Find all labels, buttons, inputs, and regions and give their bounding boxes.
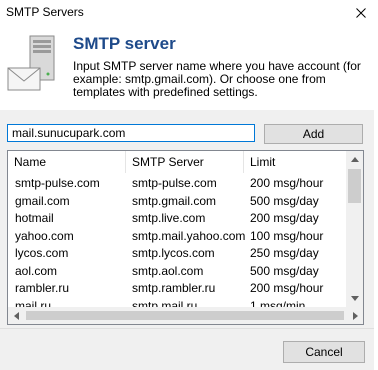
list-row[interactable]: lycos.com smtp.lycos.com 250 msg/day <box>8 245 351 263</box>
row-server: smtp.rambler.ru <box>132 281 216 295</box>
list-row[interactable]: yahoo.com smtp.mail.yahoo.com 100 msg/ho… <box>8 228 351 246</box>
row-name: smtp-pulse.com <box>15 176 100 190</box>
window-edge <box>374 0 378 370</box>
row-limit: 250 msg/day <box>250 246 319 260</box>
header-title: SMTP server <box>73 34 176 53</box>
row-name: yahoo.com <box>15 228 74 243</box>
dialog-header: SMTP server Input SMTP server name where… <box>0 26 378 110</box>
row-limit: 200 msg/day <box>250 211 319 225</box>
list-header: Name SMTP Server Limit <box>8 151 363 173</box>
add-button[interactable]: Add <box>264 124 363 144</box>
column-header-limit[interactable]: Limit <box>244 151 354 173</box>
row-name: hotmail <box>15 211 54 225</box>
row-name: aol.com <box>15 263 58 278</box>
row-limit: 200 msg/hour <box>250 281 324 295</box>
column-header-smtp-server[interactable]: SMTP Server <box>126 151 244 173</box>
list-row[interactable]: rambler.ru smtp.rambler.ru 200 msg/hour <box>8 280 351 298</box>
list-row[interactable]: hotmail smtp.live.com 200 msg/day <box>8 210 351 228</box>
vertical-scrollbar[interactable] <box>346 151 363 307</box>
vertical-scroll-thumb[interactable] <box>348 169 361 203</box>
list-row[interactable]: smtp-pulse.com smtp-pulse.com 200 msg/ho… <box>8 175 351 193</box>
row-server: smtp.lycos.com <box>132 246 215 260</box>
row-name: rambler.ru <box>15 281 70 295</box>
scroll-right-icon[interactable] <box>347 307 363 324</box>
row-name: gmail.com <box>15 193 70 208</box>
column-header-name[interactable]: Name <box>8 151 126 173</box>
row-server: smtp.mail.yahoo.com <box>132 228 246 243</box>
title-bar: SMTP Servers <box>0 0 378 26</box>
scroll-up-icon[interactable] <box>346 151 363 168</box>
list-row[interactable]: gmail.com smtp.gmail.com 500 msg/day <box>8 193 351 211</box>
row-limit: 500 msg/day <box>250 193 319 208</box>
window-title: SMTP Servers <box>6 5 84 19</box>
row-server: smtp-pulse.com <box>132 176 217 190</box>
row-server: smtp.aol.com <box>132 263 204 278</box>
row-limit: 100 msg/hour <box>250 228 324 243</box>
close-button[interactable] <box>344 0 378 26</box>
smtp-templates-list[interactable]: Name SMTP Server Limit smtp-pulse.com sm… <box>7 150 364 325</box>
horizontal-scroll-thumb[interactable] <box>26 311 344 320</box>
row-limit: 200 msg/hour <box>250 176 324 190</box>
scroll-left-icon[interactable] <box>8 307 25 324</box>
list-row[interactable]: aol.com smtp.aol.com 500 msg/day <box>8 263 351 281</box>
cancel-button[interactable]: Cancel <box>283 341 365 363</box>
footer-divider <box>0 328 378 329</box>
horizontal-scrollbar[interactable] <box>8 307 363 324</box>
row-server: smtp.live.com <box>132 211 206 225</box>
row-name: lycos.com <box>15 246 69 260</box>
header-description: Input SMTP server name where you have ac… <box>73 59 361 99</box>
close-icon <box>356 8 366 18</box>
smtp-host-input[interactable] <box>7 124 255 142</box>
row-limit: 500 msg/day <box>250 263 319 278</box>
smtp-servers-dialog: SMTP Servers SMTP server Input SMTP serv… <box>0 0 378 370</box>
mail-server-icon <box>7 35 55 91</box>
scroll-down-icon[interactable] <box>346 290 363 307</box>
list-rows: smtp-pulse.com smtp-pulse.com 200 msg/ho… <box>8 175 351 315</box>
row-server: smtp.gmail.com <box>132 193 217 208</box>
